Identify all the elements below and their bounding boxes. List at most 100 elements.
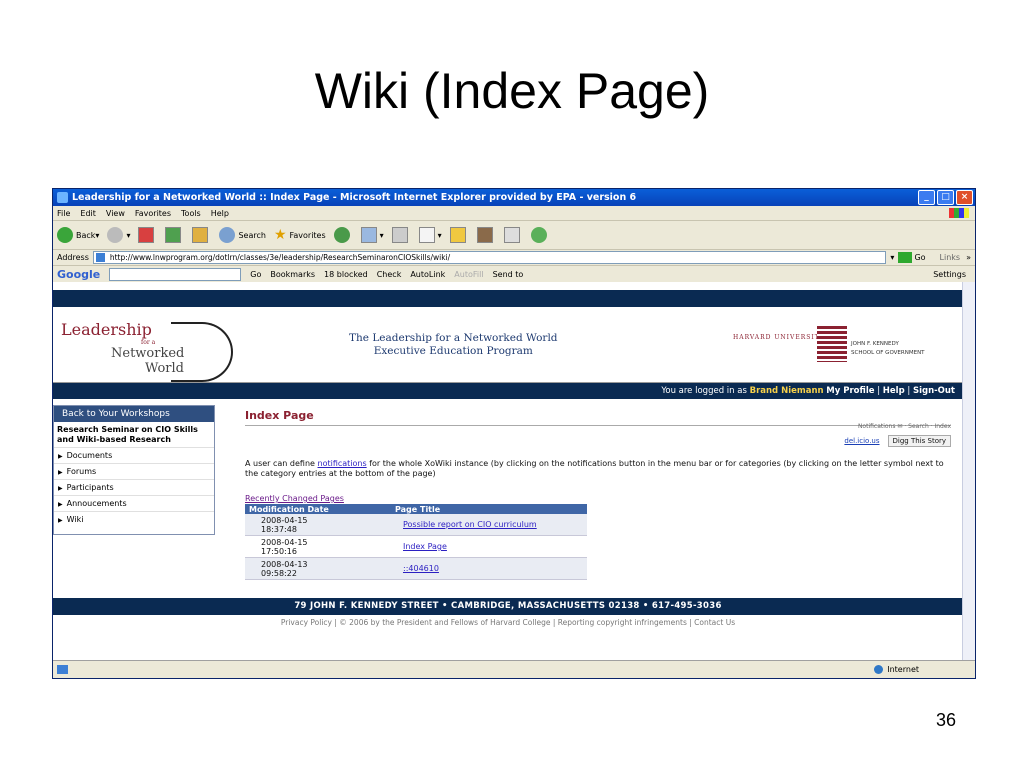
share-links: del.icio.us Digg This Story	[844, 435, 951, 447]
address-input[interactable]: http://www.lnwprogram.org/dotlrn/classes…	[92, 251, 887, 264]
autolink-button[interactable]: AutoLink	[410, 270, 445, 279]
my-profile-link[interactable]: My Profile	[826, 386, 874, 396]
delicious-link[interactable]: del.icio.us	[844, 437, 879, 445]
back-arrow-icon	[57, 227, 73, 243]
table-row: 2008-04-13 09:58:22 ::404610	[245, 557, 587, 580]
program-title: The Leadership for a Networked World Exe…	[349, 332, 558, 357]
digg-button[interactable]: Digg This Story	[887, 435, 951, 447]
page-status-icon	[57, 665, 68, 674]
lnw-logo[interactable]: Leadership for a Networked World	[61, 320, 233, 382]
page-link[interactable]: ::404610	[391, 557, 587, 580]
search-button[interactable]: Search	[219, 227, 266, 243]
table-row: 2008-04-15 17:50:16 Index Page	[245, 535, 587, 558]
mail-button[interactable]: ▾	[360, 227, 384, 243]
go-arrow-icon[interactable]	[898, 252, 913, 263]
slide-title: Wiki (Index Page)	[314, 63, 710, 119]
popup-blocked-counter[interactable]: 18 blocked	[324, 270, 368, 279]
menu-favorites[interactable]: Favorites	[135, 209, 171, 218]
menu-view[interactable]: View	[106, 209, 125, 218]
address-dropdown-icon[interactable]: ▾	[890, 253, 894, 262]
notifications-link[interactable]: notifications	[318, 459, 367, 468]
harvard-ksg-logo: HARVARD UNIVERSITY JOHN F. KENNEDY SCHOO…	[733, 324, 943, 370]
refresh-button[interactable]	[165, 227, 184, 243]
print-button[interactable]	[391, 227, 411, 243]
status-bar: Internet	[53, 660, 975, 678]
stop-icon	[138, 227, 155, 243]
site-top-band	[53, 290, 963, 310]
settings-button[interactable]: Settings	[933, 270, 966, 279]
page-link[interactable]: Possible report on CIO curriculum	[391, 514, 587, 536]
sidebar-item-announcements[interactable]: Annoucements	[54, 495, 214, 511]
recently-changed-link[interactable]: Recently Changed Pages	[245, 494, 344, 503]
mail-icon	[360, 227, 377, 243]
star-icon: ★	[273, 227, 287, 243]
sidebar-item-forums[interactable]: Forums	[54, 463, 214, 479]
sign-out-link[interactable]: Sign-Out	[913, 386, 955, 396]
forward-button[interactable]: ▾	[107, 227, 130, 243]
users-button[interactable]	[530, 227, 550, 243]
chevron-right-icon[interactable]: »	[966, 253, 971, 262]
book-icon	[476, 227, 493, 243]
sidebar-item-wiki[interactable]: Wiki	[54, 511, 214, 527]
search-icon	[219, 227, 236, 243]
notifications-description: A user can define notifications for the …	[245, 459, 944, 478]
sidebar-item-participants[interactable]: Participants	[54, 479, 214, 495]
spell-check-button[interactable]: Check	[377, 270, 402, 279]
favorites-button[interactable]: ★ Favorites	[274, 227, 326, 243]
toolbar: Back ▾ ▾ Search ★ Favorites ▾ ▾	[53, 221, 975, 250]
help-link[interactable]: Help	[883, 386, 905, 396]
page-link[interactable]: Index Page	[391, 535, 587, 558]
autofill-button[interactable]: AutoFill	[454, 270, 483, 279]
refresh-icon	[165, 227, 182, 243]
browser-window: Leadership for a Networked World :: Inde…	[52, 188, 976, 679]
links-button[interactable]: Links	[940, 253, 961, 262]
footer-links[interactable]: Privacy Policy | © 2006 by the President…	[53, 618, 963, 627]
send-to-button[interactable]: Send to	[493, 270, 524, 279]
minimize-icon[interactable]: _	[918, 190, 935, 205]
bookmarks-button[interactable]: Bookmarks	[270, 270, 315, 279]
recent-pages-table: Modification Date Page Title 2008-04-15 1…	[245, 504, 587, 580]
ie-icon	[57, 192, 68, 203]
sidebar-item-documents[interactable]: Documents	[54, 447, 214, 463]
messenger-icon	[503, 227, 520, 243]
table-row: 2008-04-15 18:37:48 Possible report on CI…	[245, 514, 587, 536]
home-icon	[192, 227, 209, 243]
back-button[interactable]: Back ▾	[57, 227, 99, 243]
security-zone: Internet	[874, 665, 919, 674]
forward-arrow-icon	[107, 227, 124, 243]
messenger-button[interactable]	[503, 227, 523, 243]
history-icon	[333, 227, 350, 243]
close-icon[interactable]: ×	[956, 190, 973, 205]
research-button[interactable]	[476, 227, 496, 243]
maximize-icon[interactable]: □	[937, 190, 954, 205]
stop-button[interactable]	[138, 227, 157, 243]
home-button[interactable]	[192, 227, 211, 243]
print-icon	[391, 227, 408, 243]
menu-help[interactable]: Help	[211, 209, 229, 218]
google-logo: Google	[57, 267, 101, 281]
web-page: Leadership for a Networked World The Lea…	[53, 282, 963, 660]
back-to-workshops-button[interactable]: Back to Your Workshops	[54, 406, 214, 422]
google-go-button[interactable]: Go	[250, 270, 261, 279]
slide-number: 36	[936, 710, 957, 730]
history-button[interactable]	[333, 227, 353, 243]
vertical-scrollbar[interactable]	[962, 282, 975, 660]
menu-file[interactable]: File	[57, 209, 70, 218]
edit-icon	[418, 227, 435, 243]
course-title: Research Seminar on CIO Skills and Wiki-…	[57, 425, 198, 444]
page-heading: Index Page	[245, 409, 951, 426]
go-button[interactable]: Go	[914, 253, 925, 262]
user-bar: You are logged in as Brand Niemann My Pr…	[53, 383, 963, 399]
harvard-shield-icon	[817, 326, 847, 362]
folder-icon	[449, 227, 466, 243]
menu-tools[interactable]: Tools	[181, 209, 201, 218]
main-content: Index Page Notifications ✉ · Search · In…	[245, 409, 951, 580]
user-name: Brand Niemann	[749, 386, 824, 396]
folder-button[interactable]	[449, 227, 469, 243]
google-search-input[interactable]	[109, 267, 242, 281]
page-icon	[95, 253, 105, 262]
menu-bar: File Edit View Favorites Tools Help	[53, 206, 975, 221]
menu-edit[interactable]: Edit	[80, 209, 96, 218]
edit-button[interactable]: ▾	[418, 227, 442, 243]
wiki-utility-links[interactable]: Notifications ✉ · Search · Index	[858, 423, 951, 430]
